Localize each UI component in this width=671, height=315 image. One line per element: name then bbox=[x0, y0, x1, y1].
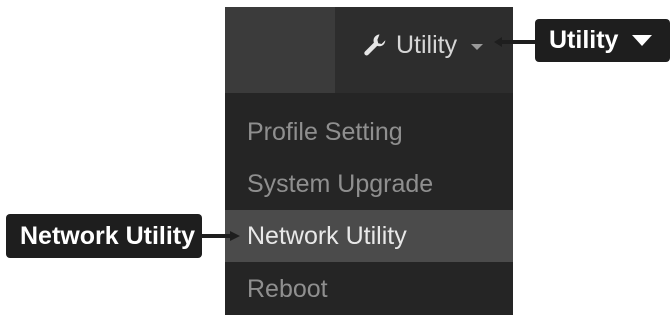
menu-item-label: System Upgrade bbox=[247, 169, 434, 198]
wrench-icon bbox=[362, 32, 388, 58]
menu-item-profile-setting[interactable]: Profile Setting bbox=[225, 106, 513, 158]
caret-down-icon bbox=[632, 35, 653, 46]
utility-label: Utility bbox=[396, 30, 458, 59]
navbar-left-segment bbox=[225, 7, 335, 93]
network-utility-callout-label: Network Utility bbox=[20, 221, 196, 250]
menu-item-label: Reboot bbox=[247, 274, 328, 303]
menu-item-system-upgrade[interactable]: System Upgrade bbox=[225, 158, 513, 210]
utility-callout: Utility bbox=[535, 19, 670, 62]
menu-item-label: Profile Setting bbox=[247, 117, 403, 146]
menu-item-network-utility[interactable]: Network Utility bbox=[225, 210, 513, 262]
menu-item-label: Network Utility bbox=[247, 221, 407, 250]
utility-dropdown-toggle[interactable]: Utility bbox=[362, 28, 484, 62]
utility-callout-connector bbox=[494, 37, 536, 47]
menu-item-reboot[interactable]: Reboot bbox=[225, 263, 513, 315]
chevron-down-icon bbox=[471, 44, 484, 50]
network-utility-callout: Network Utility bbox=[6, 214, 202, 258]
utility-callout-label: Utility bbox=[549, 26, 619, 54]
network-callout-connector bbox=[200, 231, 240, 241]
utility-dropdown-menu: Profile Setting System Upgrade Network U… bbox=[225, 93, 513, 315]
